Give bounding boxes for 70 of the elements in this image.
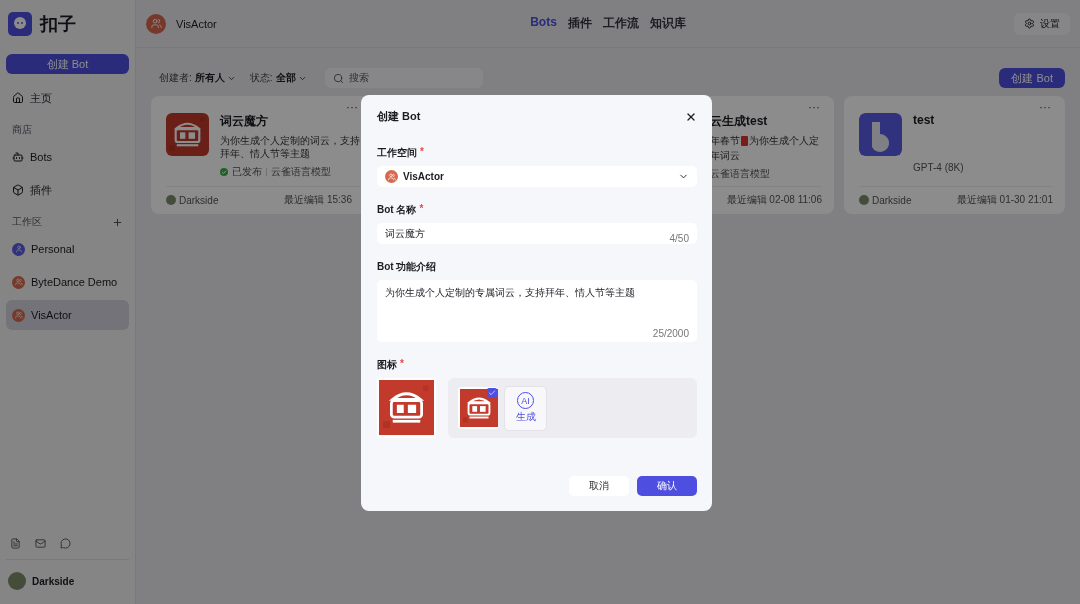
workspace-avatar-icon [146,13,166,34]
model-name: 云雀语言模型 [271,165,331,179]
user-avatar-icon [166,195,176,206]
nav-tab[interactable]: Bots [530,15,557,32]
generate-button[interactable]: AI 生成 [504,385,547,431]
edit-time: 最近编辑 01-30 21:01 [956,193,1053,208]
chat-icon[interactable] [60,538,71,549]
workspace-name: VisActor [176,17,217,30]
nav-tab[interactable]: 工作流 [602,15,639,32]
logo-icon [8,12,32,36]
edit-time: 最近编辑 15:36 [284,193,352,208]
edit-time: 最近编辑 02-08 11:06 [726,193,822,208]
status-dropdown[interactable]: 全部 [275,71,307,85]
creator-dropdown[interactable]: 所有人 [194,71,236,85]
bot-card[interactable]: ··· test GPT-4 (8K) Darkside 最近编辑 01-30 21:01 [844,96,1065,214]
search-field[interactable]: 搜索 [324,68,483,88]
bot-title: 词云魔方 [220,113,269,130]
author-name: Darkside [179,194,219,206]
sidebar-item[interactable]: Bots [6,142,129,172]
icon-option[interactable] [458,387,498,429]
filter-label: 创建者: [159,71,192,85]
bot-description: 为你生成个人定 [749,134,819,147]
check-icon [487,388,497,398]
mail-icon[interactable] [35,538,46,549]
user-name: Darkside [32,575,75,587]
settings-icon [1024,18,1035,29]
bot-description: 为你生成个人定制的词云，支持拜年、情人节等主题 [220,134,360,160]
workspace-item[interactable]: VisActor [6,300,129,330]
letter-b-logo-icon [859,113,902,156]
settings-button[interactable]: 设置 [1014,12,1070,35]
field-label: 工作空间 * [377,146,425,160]
dialog-title: 创建 Bot [377,109,421,124]
more-menu[interactable]: ··· [1039,100,1051,114]
envelope-icon [741,135,748,146]
document-icon[interactable] [10,538,21,549]
more-menu[interactable]: ··· [346,100,358,114]
filter-label: 状态: [249,71,273,85]
bot-title: test [913,113,936,127]
sidebar-item[interactable]: 主页 [6,83,129,113]
robot-icon [12,151,24,163]
model-name: GPT-4 (8K) [913,162,964,173]
field-label: Bot 功能介绍 [377,260,438,274]
nav-tab[interactable]: 插件 [567,15,592,32]
sidebar-item[interactable]: 插件 [6,175,129,205]
search-icon [332,72,344,84]
confirm-button[interactable]: 确认 [637,476,697,496]
user-avatar-icon[interactable] [8,572,26,590]
section-label: 工作区 [12,215,42,229]
logo-text: 扣子 [40,13,76,36]
cancel-button[interactable]: 取消 [569,476,629,496]
more-menu[interactable]: ··· [808,100,820,114]
section-label: 商店 [12,123,32,137]
field-label: Bot 名称 * [377,203,425,217]
field-label: 图标 * [377,358,405,372]
workspace-item[interactable]: ByteDance Demo [6,267,129,297]
name-input[interactable]: 词云魔方 4/50 [377,223,697,244]
author-name: Darkside [872,194,912,206]
status-text: 已发布 [232,165,262,179]
user-avatar-icon [859,195,869,206]
workspace-item[interactable]: Personal [6,234,129,264]
home-icon [12,92,24,104]
workspace-avatar-icon [385,170,398,183]
workspace-select[interactable]: VisActor [377,166,697,187]
add-icon[interactable] [112,216,123,228]
nav-tab[interactable]: 知识库 [649,15,686,32]
create-bot-button[interactable]: 创建 Bot [999,68,1065,88]
description-input[interactable]: 为你生成个人定制的专属词云，支持拜年、情人节等主题 25/2000 [377,280,697,342]
cube-icon [12,184,24,196]
create-bot-button[interactable]: 创建 Bot [6,54,129,74]
bot-title: 云生成test [710,113,769,130]
